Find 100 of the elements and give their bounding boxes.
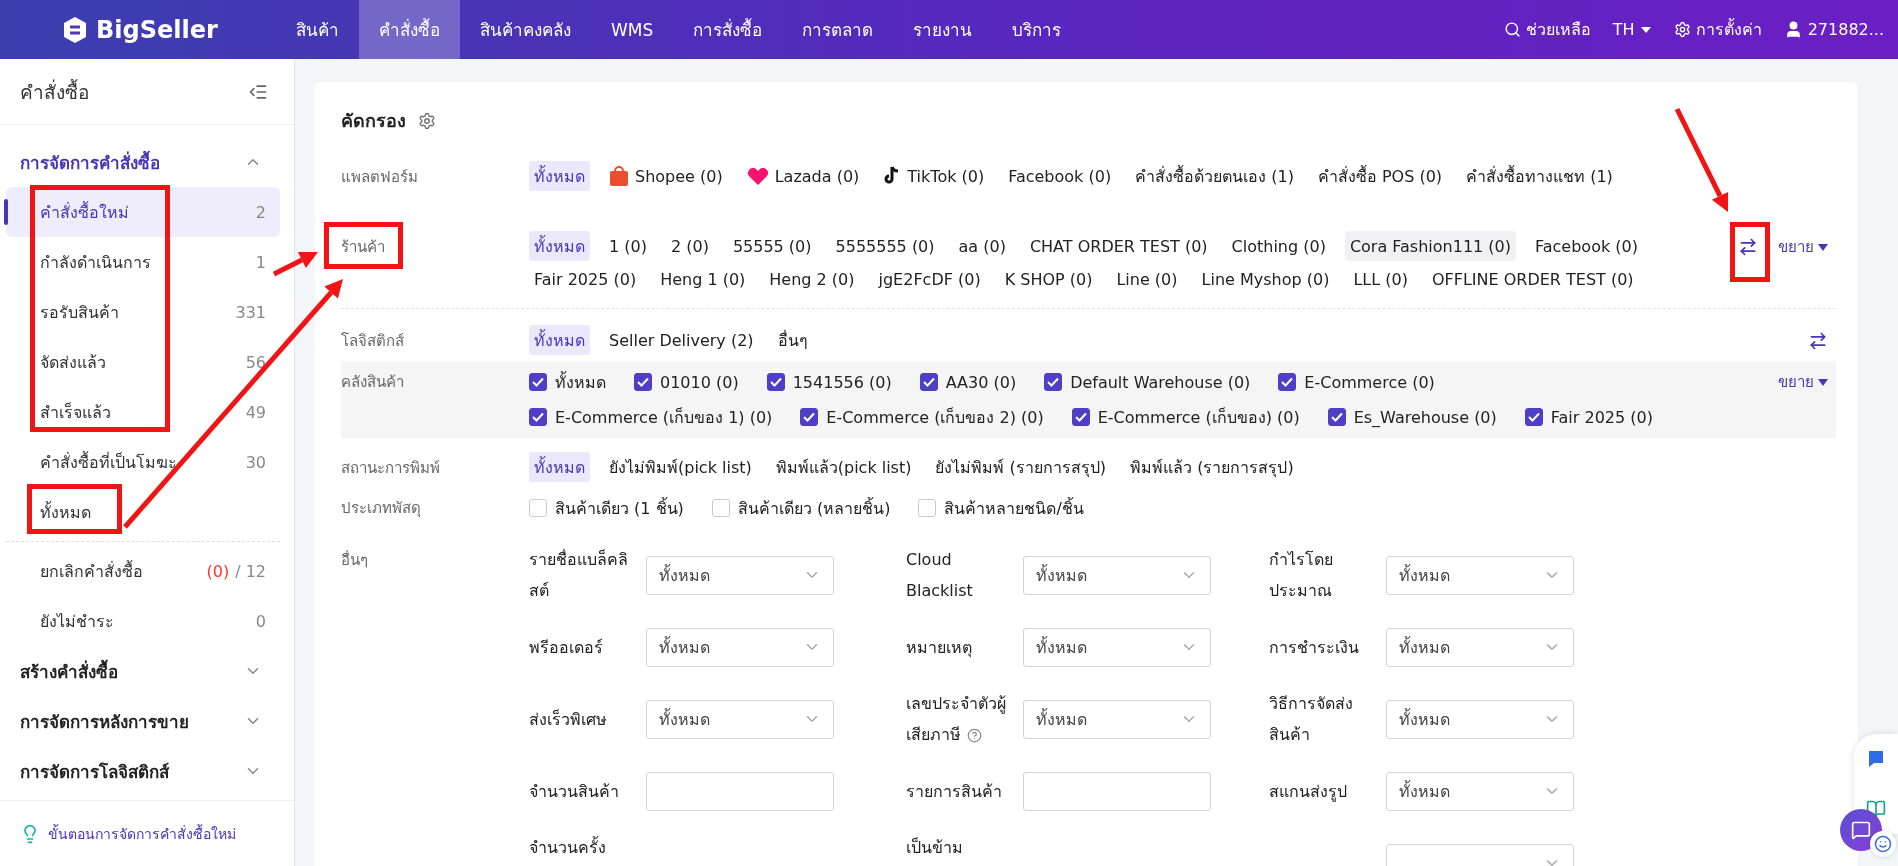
select-field[interactable]: ทั้งหมด — [1023, 627, 1211, 667]
expand-link[interactable]: ขยาย — [1778, 235, 1828, 259]
platform-option[interactable]: คำสั่งซื้อด้วยตนเอง (1) — [1130, 161, 1299, 191]
nav-tab[interactable]: การตลาด — [782, 0, 894, 59]
nav-tab[interactable]: คำสั่งซื้อ — [359, 0, 460, 59]
shop-option[interactable]: Heng 2 (0) — [764, 264, 860, 294]
select-field[interactable]: ทั้งหมด — [646, 555, 834, 595]
shop-option[interactable]: Heng 1 (0) — [655, 264, 751, 294]
sidebar-item[interactable]: รอรับสินค้า 331 — [6, 287, 280, 337]
input-field[interactable] — [1023, 771, 1211, 811]
warehouse-option[interactable]: E-Commerce (เก็บของ 1) (0) — [529, 401, 773, 433]
shop-option[interactable]: Cora Fashion111 (0) — [1344, 231, 1516, 261]
platform-option[interactable]: Lazada (0) — [741, 161, 865, 191]
nav-tab[interactable]: สินค้าคงคลัง — [460, 0, 591, 59]
select-field[interactable]: ทั้งหมด — [646, 699, 834, 739]
sidebar-group[interactable]: การจัดการคำสั่งซื้อ — [6, 137, 280, 187]
shop-option[interactable]: Fair 2025 (0) — [529, 264, 642, 294]
shop-option[interactable]: Line Myshop (0) — [1196, 264, 1335, 294]
chat-flag-icon[interactable] — [1866, 749, 1886, 769]
nav-tab[interactable]: บริการ — [992, 0, 1082, 59]
shop-option[interactable]: Facebook (0) — [1530, 231, 1643, 261]
sidebar-item[interactable]: กำลังดำเนินการ 1 — [6, 237, 280, 287]
parcel-type-option[interactable]: สินค้าเดียว (หลายชิ้น) — [711, 492, 891, 524]
platform-option[interactable]: Shopee (0) — [604, 161, 728, 191]
user-menu[interactable]: 271882... — [1783, 20, 1884, 39]
warehouse-option[interactable]: E-Commerce (0) — [1278, 366, 1435, 398]
shop-option[interactable]: 55555 (0) — [727, 231, 817, 261]
nav-tab[interactable]: รายงาน — [893, 0, 993, 59]
checkbox[interactable] — [766, 373, 785, 391]
checkbox[interactable] — [529, 408, 547, 426]
platform-option[interactable]: คำสั่งซื้อ POS (0) — [1312, 161, 1448, 191]
shop-option[interactable]: 1 (0) — [604, 231, 652, 261]
sidebar-item[interactable]: ทั้งหมด — [6, 487, 280, 537]
sidebar-item[interactable]: ยกเลิกคำสั่งซื้อ (0) / 12 — [6, 546, 280, 596]
sidebar-item[interactable]: คำสั่งซื้อใหม่ 2 — [6, 187, 280, 237]
nav-tab[interactable]: การสั่งซื้อ — [673, 0, 783, 59]
shop-option[interactable]: 5555555 (0) — [830, 231, 940, 261]
checkbox[interactable] — [800, 408, 819, 426]
checkbox[interactable] — [1278, 373, 1297, 391]
platform-option[interactable]: Facebook (0) — [1003, 161, 1117, 191]
warehouse-option[interactable]: Es_Warehouse (0) — [1327, 401, 1497, 433]
shop-option[interactable]: Line (0) — [1111, 264, 1183, 294]
warehouse-option[interactable]: AA30 (0) — [919, 366, 1017, 398]
select-field[interactable]: ทั้งหมด — [1023, 555, 1211, 595]
warehouse-option[interactable]: 01010 (0) — [634, 366, 739, 398]
sidebar-item[interactable]: ยังไม่ชำระ 0 — [6, 596, 280, 646]
settings-link[interactable]: การตั้งค่า — [1673, 17, 1762, 42]
swap-icon[interactable] — [1738, 237, 1758, 257]
logistics-option[interactable]: ทั้งหมด — [529, 325, 590, 355]
checkbox[interactable] — [529, 373, 547, 391]
sidebar-item[interactable]: คำสั่งซื้อที่เป็นโมฆะ 30 — [6, 437, 280, 487]
warehouse-option[interactable]: E-Commerce (เก็บของ) (0) — [1071, 401, 1300, 433]
parcel-type-option[interactable]: สินค้าเดียว (1 ชิ้น) — [529, 492, 684, 524]
sidebar-item[interactable]: สำเร็จแล้ว 49 — [6, 387, 280, 437]
swap-icon[interactable] — [1808, 331, 1828, 351]
checkbox[interactable] — [1044, 373, 1063, 391]
shop-option[interactable]: aa (0) — [953, 231, 1011, 261]
print-status-option[interactable]: ทั้งหมด — [529, 452, 590, 482]
print-status-option[interactable]: ยังไม่พิมพ์(pick list) — [604, 452, 757, 482]
select-field[interactable]: ทั้งหมด — [1023, 699, 1211, 739]
settings-icon[interactable] — [418, 111, 436, 130]
smile-button[interactable] — [1870, 831, 1896, 857]
warehouse-option[interactable]: Fair 2025 (0) — [1524, 401, 1653, 433]
sidebar-group[interactable]: การจัดการโลจิสติกส์ — [6, 746, 280, 796]
select-field[interactable]: ทั้งหมด — [1386, 555, 1574, 595]
platform-option[interactable]: ทั้งหมด — [529, 161, 590, 191]
shop-option[interactable]: jgE2FcDF (0) — [873, 264, 986, 294]
warehouse-option[interactable]: Default Warehouse (0) — [1044, 366, 1251, 398]
print-status-option[interactable]: พิมพ์แล้ว(pick list) — [770, 452, 917, 482]
sidebar-item[interactable]: จัดส่งแล้ว 56 — [6, 337, 280, 387]
warehouse-option[interactable]: E-Commerce (เก็บของ 2) (0) — [800, 401, 1044, 433]
select-field[interactable]: ทั้งหมด — [1386, 699, 1574, 739]
sidebar-group[interactable]: สร้างคำสั่งซื้อ — [6, 646, 280, 696]
warehouse-option[interactable]: ทั้งหมด — [529, 366, 606, 398]
print-status-option[interactable]: พิมพ์แล้ว (รายการสรุป) — [1125, 452, 1299, 482]
expand-link[interactable]: ขยาย — [1778, 370, 1828, 394]
platform-option[interactable]: TikTok (0) — [878, 161, 990, 191]
select-field[interactable]: ทั้งหมด — [1386, 771, 1574, 811]
nav-tab[interactable]: สินค้า — [276, 0, 359, 59]
select-field[interactable]: ทั้งหมด — [646, 627, 834, 667]
checkbox[interactable] — [1071, 408, 1090, 426]
logistics-option[interactable]: อื่นๆ — [772, 325, 813, 355]
checkbox[interactable] — [634, 373, 652, 391]
sidebar-group[interactable]: การจัดการหลังการขาย — [6, 696, 280, 746]
select-field[interactable]: ทั้งหมด — [1386, 627, 1574, 667]
language-select[interactable]: TH — [1612, 20, 1652, 39]
print-status-option[interactable]: ยังไม่พิมพ์ (รายการสรุป) — [930, 452, 1112, 482]
shop-option[interactable]: K SHOP (0) — [999, 264, 1098, 294]
shop-option[interactable]: LLL (0) — [1348, 264, 1413, 294]
input-field[interactable] — [646, 771, 834, 811]
checkbox[interactable] — [919, 373, 938, 391]
platform-option[interactable]: คำสั่งซื้อทางแชท (1) — [1461, 161, 1618, 191]
parcel-type-option[interactable]: สินค้าหลายชนิด/ชิ้น — [918, 492, 1084, 524]
checkbox[interactable] — [1524, 408, 1543, 426]
nav-tab[interactable]: WMS — [591, 0, 674, 59]
shop-option[interactable]: OFFLINE ORDER TEST (0) — [1426, 264, 1639, 294]
logistics-option[interactable]: Seller Delivery (2) — [604, 325, 759, 355]
guide-link[interactable]: ขั้นตอนการจัดการคำสั่งซื้อใหม่ — [48, 822, 236, 845]
warehouse-option[interactable]: 1541556 (0) — [766, 366, 892, 398]
shop-option[interactable]: Clothing (0) — [1226, 231, 1331, 261]
